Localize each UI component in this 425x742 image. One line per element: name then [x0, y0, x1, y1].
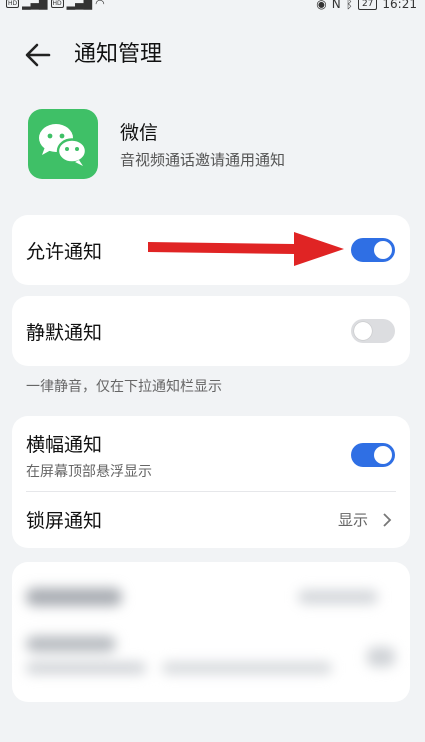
banner-notification-toggle[interactable] [351, 443, 395, 467]
banner-notification-label: 横幅通知 [26, 434, 103, 456]
status-right: ◉ N ᛒ 27 16:21 [316, 0, 417, 11]
battery-icon: 27 [357, 0, 378, 10]
silent-notification-row[interactable]: 静默通知 [12, 296, 410, 366]
chevron-right-icon [380, 512, 394, 527]
toggle-knob [374, 241, 392, 259]
silent-notification-toggle[interactable] [351, 319, 395, 343]
display-settings-card: 横幅通知 在屏幕顶部悬浮显示 锁屏通知 显示 [12, 416, 410, 548]
nfc-icon: N [331, 0, 341, 11]
app-info: 微信 音视频通话邀请通用通知 [0, 100, 425, 190]
status-bar: HD ▂▄▆ HD ▂▄▆ ◠ ◉ N ᛒ 27 16:21 [0, 0, 425, 14]
allow-notification-toggle[interactable] [351, 238, 395, 262]
blurred-content [12, 562, 410, 702]
lockscreen-notification-label: 锁屏通知 [26, 510, 103, 532]
wechat-icon [28, 109, 98, 179]
header: 通知管理 [0, 28, 425, 80]
hd-tag-2: HD [50, 0, 64, 8]
banner-notification-row[interactable]: 横幅通知 在屏幕顶部悬浮显示 [12, 416, 410, 490]
banner-notification-sublabel: 在屏幕顶部悬浮显示 [26, 464, 152, 480]
page-title: 通知管理 [74, 42, 163, 67]
blurred-settings-card [12, 562, 410, 702]
red-arrow-annotation [146, 226, 346, 268]
toggle-knob [354, 322, 372, 340]
app-description: 音视频通话邀请通用通知 [120, 151, 286, 169]
silent-notification-label: 静默通知 [26, 322, 103, 344]
back-arrow-icon[interactable] [22, 38, 56, 72]
allow-notification-label: 允许通知 [26, 241, 103, 263]
app-name: 微信 [120, 122, 159, 144]
signal-icon-1: ▂▄▆ [22, 0, 48, 10]
hd-tag-1: HD [6, 0, 20, 8]
bluetooth-icon: ᛒ [345, 0, 353, 11]
lockscreen-notification-row[interactable]: 锁屏通知 显示 [12, 492, 410, 548]
lockscreen-notification-value: 显示 [337, 511, 368, 529]
toggle-knob [374, 446, 392, 464]
silent-notification-note: 一律静音，仅在下拉通知栏显示 [26, 379, 222, 395]
eye-icon: ◉ [316, 0, 327, 11]
signal-icon-2: ▂▄▆ [66, 0, 93, 10]
clock: 16:21 [382, 0, 417, 11]
status-left: HD ▂▄▆ HD ▂▄▆ ◠ [6, 0, 105, 10]
wifi-icon: ◠ [95, 0, 105, 10]
